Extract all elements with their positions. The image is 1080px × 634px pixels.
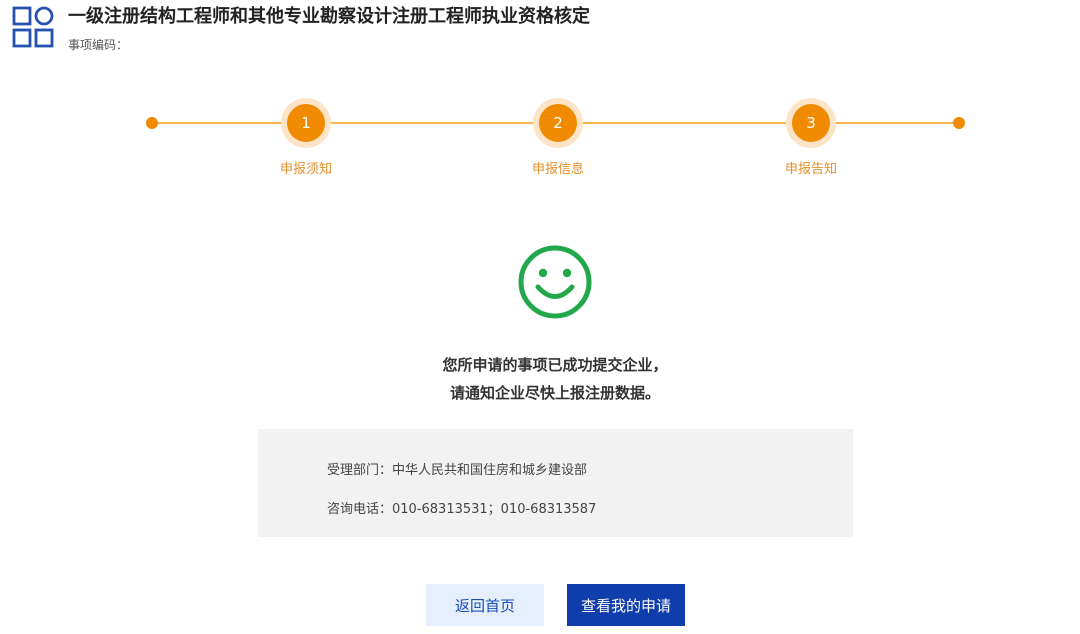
view-my-application-button[interactable]: 查看我的申请 [567, 584, 685, 626]
department-info: 受理部门：中华人民共和国住房和城乡建设部 [327, 463, 588, 478]
info-box: 受理部门：中华人民共和国住房和城乡建设部 咨询电话：010-68313531；0… [258, 429, 853, 537]
step-3-number: 3 [792, 104, 830, 142]
progress-stepper: 1 申报须知 2 申报信息 3 申报告知 [0, 96, 1080, 186]
return-home-button[interactable]: 返回首页 [426, 584, 544, 626]
step-3-halo: 3 [786, 98, 836, 148]
step-3: 3 申报告知 [761, 96, 861, 177]
step-1-number: 1 [287, 104, 325, 142]
page: 一级注册结构工程师和其他专业勘察设计注册工程师执业资格核定 事项编码： 1 申报… [0, 0, 1080, 634]
step-2-number: 2 [539, 104, 577, 142]
step-1: 1 申报须知 [256, 96, 356, 177]
step-2-halo: 2 [533, 98, 583, 148]
success-message-line2: 请通知企业尽快上报注册数据。 [449, 384, 660, 402]
phone-info: 咨询电话：010-68313531；010-68313587 [327, 502, 597, 517]
stepper-start-dot [146, 117, 158, 129]
success-message-line1: 您所申请的事项已成功提交企业， [442, 356, 668, 374]
step-3-label: 申报告知 [784, 162, 837, 177]
smiley-icon [518, 245, 592, 319]
page-title: 一级注册结构工程师和其他专业勘察设计注册工程师执业资格核定 [68, 6, 590, 27]
item-code-label: 事项编码： [68, 38, 129, 52]
step-2: 2 申报信息 [508, 96, 608, 177]
stepper-end-dot [953, 117, 965, 129]
step-2-label: 申报信息 [531, 162, 584, 177]
step-1-halo: 1 [281, 98, 331, 148]
app-grid-icon [12, 6, 54, 48]
step-1-label: 申报须知 [279, 162, 332, 177]
